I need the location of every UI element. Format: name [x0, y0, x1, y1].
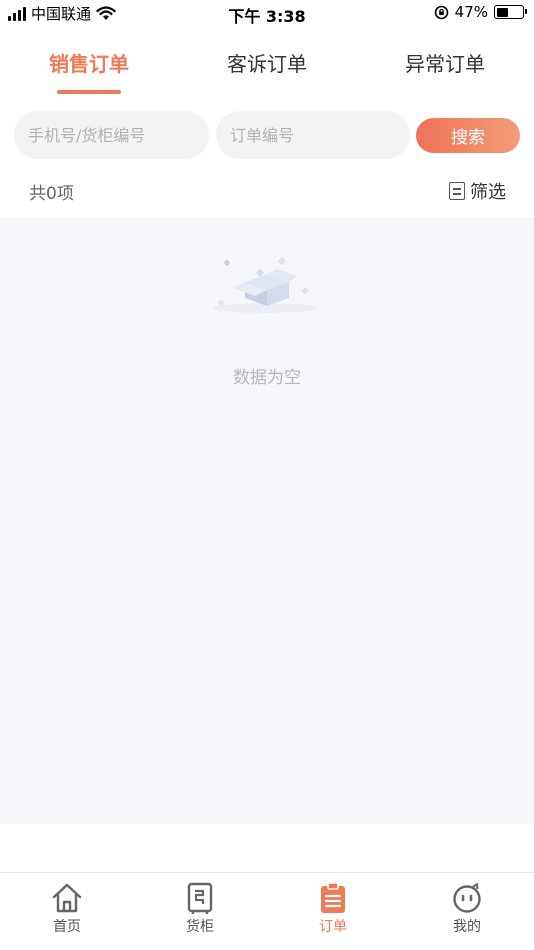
- nav-label-cabinet: 货柜: [186, 919, 214, 935]
- battery-icon: [494, 5, 527, 19]
- order-number-search-input[interactable]: [216, 111, 410, 159]
- tab-abnormal-orders[interactable]: 异常订单: [365, 48, 525, 77]
- profile-face-icon: [453, 883, 481, 913]
- order-tabs: 销售订单 客诉订单 异常订单: [0, 26, 534, 102]
- nav-item-home[interactable]: 首页: [27, 881, 107, 936]
- home-icon: [52, 883, 82, 913]
- order-list-area: 数据为空: [0, 218, 534, 824]
- filter-label: 筛选: [470, 182, 506, 203]
- bottom-nav: 首页 货柜 订单 我的: [0, 872, 534, 950]
- nav-item-profile[interactable]: 我的: [427, 881, 507, 936]
- nav-item-cabinet[interactable]: 货柜: [160, 881, 240, 936]
- phone-cabinet-search-input[interactable]: [14, 111, 209, 159]
- active-tab-indicator: [57, 90, 121, 94]
- filter-button[interactable]: 筛选: [449, 178, 506, 204]
- status-bar: 中国联通 下午 3:38 47%: [0, 0, 534, 26]
- search-button[interactable]: 搜索: [416, 118, 520, 153]
- nav-item-orders[interactable]: 订单: [293, 881, 373, 936]
- status-right: 47%: [434, 3, 527, 21]
- orientation-lock-icon: [434, 5, 448, 19]
- empty-box-icon: [213, 256, 317, 313]
- nav-label-profile: 我的: [453, 919, 481, 935]
- cabinet-icon: [187, 882, 213, 914]
- order-clipboard-icon: [321, 882, 345, 913]
- result-count: 共0项: [29, 184, 74, 204]
- empty-state-text: 数据为空: [233, 368, 301, 388]
- tab-complaint-orders[interactable]: 客诉订单: [187, 48, 347, 77]
- tab-sales-orders[interactable]: 销售订单: [9, 48, 169, 77]
- result-summary-row: 共0项 筛选: [0, 168, 534, 218]
- search-row: 搜索: [0, 102, 534, 168]
- battery-percent: 47%: [454, 3, 488, 21]
- battery-fill: [496, 7, 509, 17]
- filter-icon: [449, 182, 465, 200]
- nav-label-orders: 订单: [319, 919, 347, 935]
- nav-label-home: 首页: [53, 919, 81, 935]
